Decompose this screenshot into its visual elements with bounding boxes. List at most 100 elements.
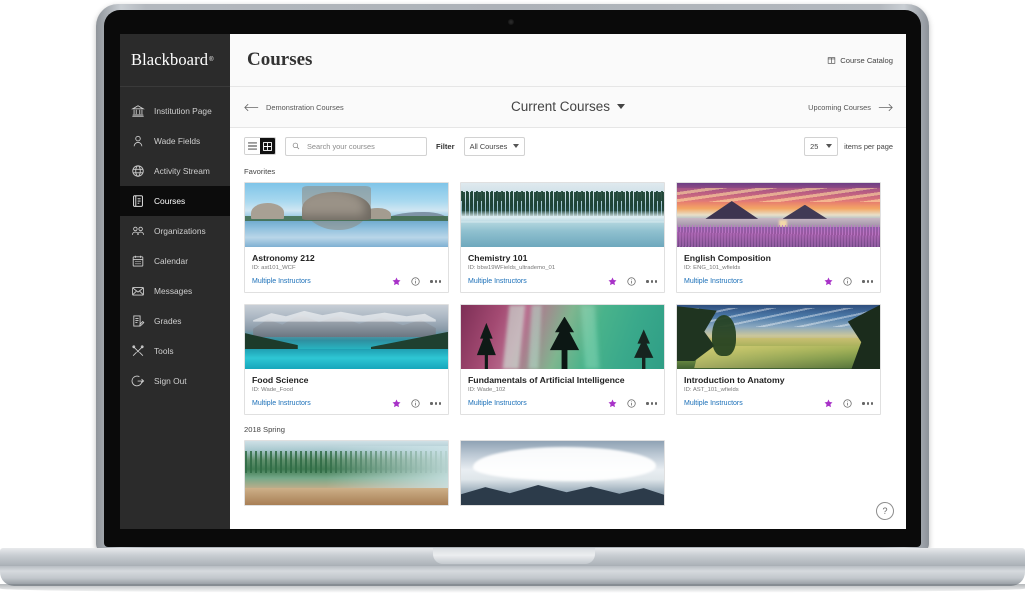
course-thumbnail bbox=[461, 305, 664, 369]
courses-icon bbox=[131, 194, 145, 208]
course-id: ID: bbw19WFields_ultrademo_01 bbox=[468, 265, 657, 271]
more-options-icon[interactable] bbox=[862, 280, 873, 282]
sidebar-item-sign-out[interactable]: Sign Out bbox=[120, 366, 230, 396]
more-options-icon[interactable] bbox=[862, 402, 873, 404]
search-box[interactable] bbox=[285, 137, 427, 156]
course-title: Astronomy 212 bbox=[252, 253, 441, 263]
course-grid-favorites: Astronomy 212 ID: ast101_WCF Multiple In… bbox=[230, 182, 906, 415]
sidebar-item-institution-page[interactable]: Institution Page bbox=[120, 96, 230, 126]
term-navigation: Demonstration Courses Current Courses Up… bbox=[230, 87, 906, 128]
info-icon[interactable] bbox=[843, 277, 852, 286]
sidebar-item-label: Organizations bbox=[154, 226, 206, 236]
info-icon[interactable] bbox=[627, 277, 636, 286]
info-icon[interactable] bbox=[411, 399, 420, 408]
sidebar-nav: Institution Page Wade Fields Activity St… bbox=[120, 87, 230, 396]
list-view-icon[interactable] bbox=[245, 138, 260, 154]
sidebar-item-messages[interactable]: Messages bbox=[120, 276, 230, 306]
search-input[interactable] bbox=[305, 141, 420, 152]
course-card[interactable]: Chemistry 101 ID: bbw19WFields_ultrademo… bbox=[460, 182, 665, 293]
course-card[interactable] bbox=[460, 440, 665, 506]
sidebar-item-label: Activity Stream bbox=[154, 166, 210, 176]
sidebar: Blackboard® Institution Page Wade Fields… bbox=[120, 34, 230, 529]
sidebar-item-label: Wade Fields bbox=[154, 136, 200, 146]
course-title: Food Science bbox=[252, 375, 441, 385]
course-card[interactable]: English Composition ID: ENG_101_wfields … bbox=[676, 182, 881, 293]
star-icon[interactable] bbox=[824, 277, 833, 286]
course-card-actions bbox=[824, 277, 873, 286]
more-options-icon[interactable] bbox=[430, 280, 441, 282]
arrow-left-icon bbox=[244, 103, 259, 112]
info-icon[interactable] bbox=[411, 277, 420, 286]
previous-term-button[interactable]: Demonstration Courses bbox=[244, 103, 344, 112]
courses-toolbar: Filter All Courses 25 items per page bbox=[230, 128, 906, 164]
grid-view-icon[interactable] bbox=[260, 138, 275, 154]
sidebar-item-calendar[interactable]: Calendar bbox=[120, 246, 230, 276]
course-card-footer: Multiple Instructors bbox=[468, 399, 657, 408]
more-options-icon[interactable] bbox=[430, 402, 441, 404]
course-catalog-button[interactable]: Course Catalog bbox=[827, 56, 893, 65]
course-title: Introduction to Anatomy bbox=[684, 375, 873, 385]
next-term-label: Upcoming Courses bbox=[808, 103, 871, 112]
sidebar-item-wade-fields[interactable]: Wade Fields bbox=[120, 126, 230, 156]
sidebar-item-label: Sign Out bbox=[154, 376, 187, 386]
sidebar-item-label: Calendar bbox=[154, 256, 188, 266]
course-card-body: Astronomy 212 ID: ast101_WCF Multiple In… bbox=[245, 247, 448, 292]
sidebar-item-grades[interactable]: Grades bbox=[120, 306, 230, 336]
info-icon[interactable] bbox=[843, 399, 852, 408]
help-button[interactable]: ? bbox=[876, 502, 894, 520]
catalog-icon bbox=[827, 56, 836, 65]
course-card[interactable] bbox=[244, 440, 449, 506]
course-card-footer: Multiple Instructors bbox=[468, 277, 657, 286]
page-header: Courses Course Catalog bbox=[230, 34, 906, 87]
course-card[interactable]: Astronomy 212 ID: ast101_WCF Multiple In… bbox=[244, 182, 449, 293]
grades-icon bbox=[131, 314, 145, 328]
current-term-selector[interactable]: Current Courses bbox=[511, 99, 625, 114]
filter-select[interactable]: All Courses bbox=[464, 137, 526, 156]
course-card-body: Introduction to Anatomy ID: AST_101_wfie… bbox=[677, 369, 880, 414]
course-id: ID: Wade_Food bbox=[252, 387, 441, 393]
info-icon[interactable] bbox=[627, 399, 636, 408]
view-toggle bbox=[244, 137, 276, 155]
brand-trademark: ® bbox=[209, 57, 213, 63]
course-instructors-link[interactable]: Multiple Instructors bbox=[252, 400, 311, 407]
blackboard-app: Blackboard® Institution Page Wade Fields… bbox=[120, 34, 906, 529]
course-card[interactable]: Food Science ID: Wade_Food Multiple Inst… bbox=[244, 304, 449, 415]
course-id: ID: ENG_101_wfields bbox=[684, 265, 873, 271]
course-thumbnail bbox=[245, 183, 448, 247]
course-instructors-link[interactable]: Multiple Instructors bbox=[252, 278, 311, 285]
courses-content: Filter All Courses 25 items per page bbox=[230, 128, 906, 529]
course-instructors-link[interactable]: Multiple Instructors bbox=[468, 278, 527, 285]
star-icon[interactable] bbox=[392, 399, 401, 408]
per-page-select[interactable]: 25 bbox=[804, 137, 838, 156]
sidebar-item-organizations[interactable]: Organizations bbox=[120, 216, 230, 246]
main-area: Courses Course Catalog Demonstration Cou… bbox=[230, 34, 906, 529]
more-options-icon[interactable] bbox=[646, 402, 657, 404]
sidebar-item-courses[interactable]: Courses bbox=[120, 186, 230, 216]
webcam-icon bbox=[508, 19, 514, 25]
course-card-footer: Multiple Instructors bbox=[684, 277, 873, 286]
course-card[interactable]: Fundamentals of Artificial Intelligence … bbox=[460, 304, 665, 415]
more-options-icon[interactable] bbox=[646, 280, 657, 282]
course-instructors-link[interactable]: Multiple Instructors bbox=[468, 400, 527, 407]
star-icon[interactable] bbox=[824, 399, 833, 408]
help-icon: ? bbox=[882, 506, 887, 516]
tools-icon bbox=[131, 344, 145, 358]
course-instructors-link[interactable]: Multiple Instructors bbox=[684, 278, 743, 285]
course-card-footer: Multiple Instructors bbox=[252, 399, 441, 408]
next-term-button[interactable]: Upcoming Courses bbox=[808, 103, 893, 112]
course-card[interactable]: Introduction to Anatomy ID: AST_101_wfie… bbox=[676, 304, 881, 415]
sidebar-item-tools[interactable]: Tools bbox=[120, 336, 230, 366]
sidebar-item-activity-stream[interactable]: Activity Stream bbox=[120, 156, 230, 186]
course-id: ID: AST_101_wfields bbox=[684, 387, 873, 393]
course-instructors-link[interactable]: Multiple Instructors bbox=[684, 400, 743, 407]
course-title: Chemistry 101 bbox=[468, 253, 657, 263]
section-label-2018-spring: 2018 Spring bbox=[230, 415, 906, 440]
globe-icon bbox=[131, 164, 145, 178]
items-per-page: 25 items per page bbox=[804, 137, 893, 156]
course-card-footer: Multiple Instructors bbox=[684, 399, 873, 408]
course-card-body: Chemistry 101 ID: bbw19WFields_ultrademo… bbox=[461, 247, 664, 292]
star-icon[interactable] bbox=[392, 277, 401, 286]
filter-label: Filter bbox=[436, 142, 455, 151]
star-icon[interactable] bbox=[608, 277, 617, 286]
star-icon[interactable] bbox=[608, 399, 617, 408]
